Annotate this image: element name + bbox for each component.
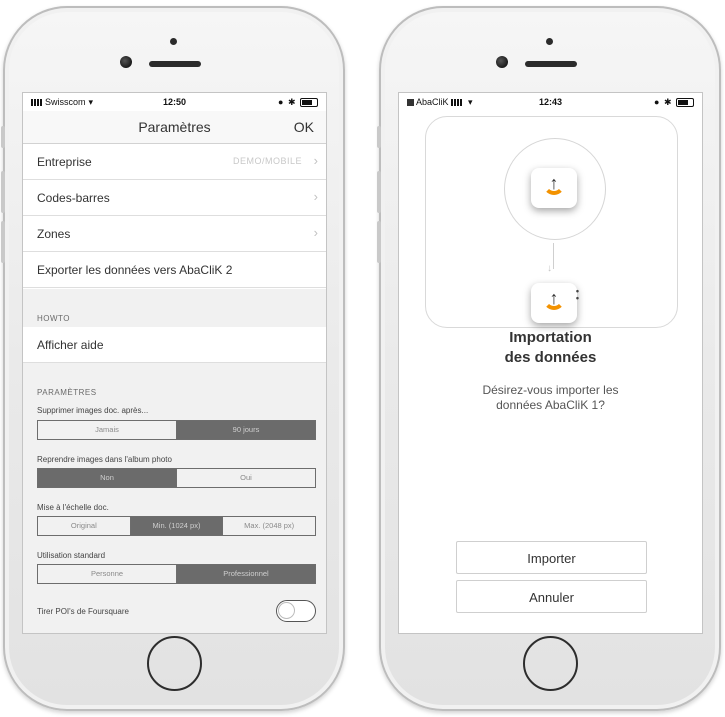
abaclik-2-app-icon: ↑ • • (531, 283, 579, 323)
row-value: DEMO/MOBILE (232, 156, 302, 166)
page-title: Importation des données (399, 328, 702, 368)
import-button[interactable]: Importer (456, 541, 647, 574)
colon-marker-icon: • • (575, 286, 579, 303)
volume-down-button (1, 221, 5, 263)
chevron-right-icon: › (313, 225, 318, 240)
chevron-right-icon: › (313, 153, 318, 168)
left-phone-frame: Swisscom ▾ 12:50 ● ✱ Paramètres OK Entrep… (1, 6, 345, 711)
section-title: PARAMÈTRES (37, 388, 97, 397)
question-line-2: données AbaCliK 1? (496, 398, 605, 412)
segment-max[interactable]: Max. (2048 px) (223, 517, 315, 535)
mute-switch (377, 126, 381, 148)
home-button[interactable] (523, 636, 578, 691)
setting-label-usage: Utilisation standard (37, 551, 106, 560)
howto-section-header: HOWTO (23, 289, 326, 327)
setting-label-reuse-images: Reprendre images dans l'album photo (37, 455, 172, 464)
row-zones[interactable]: Zones › (23, 216, 326, 252)
segmented-usage[interactable]: Personne Professionnel (37, 564, 316, 584)
status-icons: ● ✱ (654, 97, 694, 108)
segment-personne[interactable]: Personne (38, 565, 177, 583)
mute-switch (1, 126, 5, 148)
battery-icon (300, 98, 318, 108)
segment-professionnel[interactable]: Professionnel (177, 565, 315, 583)
segment-90-jours[interactable]: 90 jours (177, 421, 315, 439)
battery-icon (676, 98, 694, 108)
right-phone-frame: AbaCliK ▾ 12:43 ● ✱ ↑ ↓ ↑ • • Importation… (377, 6, 721, 711)
status-icons: ● ✱ (278, 97, 318, 108)
smile-accent-icon (543, 184, 565, 195)
chevron-right-icon: › (313, 189, 318, 204)
row-label: Entreprise (37, 155, 92, 169)
connector-arrow-icon: ↓ (547, 263, 552, 274)
proximity-sensor (546, 38, 553, 45)
row-label: Zones (37, 227, 71, 241)
proximity-sensor (170, 38, 177, 45)
volume-down-button (377, 221, 381, 263)
heading-line-2: des données (504, 349, 597, 366)
question-line-1: Désirez-vous importer les (482, 383, 619, 397)
ok-button[interactable]: OK (294, 119, 314, 135)
setting-label-delete-images: Supprimer images doc. après... (37, 406, 149, 415)
status-bar: Swisscom ▾ 12:50 ● ✱ (23, 93, 326, 111)
bluetooth-icon: ✱ (663, 97, 673, 107)
row-label: Exporter les données vers AbaCliK 2 (37, 263, 233, 277)
segment-oui[interactable]: Oui (177, 469, 315, 487)
segmented-scaling[interactable]: Original Min. (1024 px) Max. (2048 px) (37, 516, 316, 536)
row-export-data[interactable]: Exporter les données vers AbaCliK 2 (23, 252, 326, 288)
setting-label-foursquare: Tirer POI's de Foursquare (37, 607, 129, 616)
earpiece-speaker (525, 61, 577, 67)
page-title: Paramètres (138, 119, 211, 135)
segment-min[interactable]: Min. (1024 px) (130, 517, 224, 535)
segment-jamais[interactable]: Jamais (38, 421, 177, 439)
connector-line (553, 243, 554, 269)
lock-icon: ● (653, 97, 661, 107)
row-barcodes[interactable]: Codes-barres › (23, 180, 326, 216)
segment-non[interactable]: Non (38, 469, 177, 487)
segmented-reuse-images[interactable]: Non Oui (37, 468, 316, 488)
import-screen: AbaCliK ▾ 12:43 ● ✱ ↑ ↓ ↑ • • Importation… (399, 93, 702, 633)
home-button[interactable] (147, 636, 202, 691)
volume-up-button (1, 171, 5, 213)
front-camera (120, 56, 132, 68)
foursquare-toggle[interactable] (276, 600, 316, 622)
segment-original[interactable]: Original (38, 517, 131, 535)
setting-label-scaling: Mise à l'échelle doc. (37, 503, 109, 512)
row-label: Codes-barres (37, 191, 110, 205)
front-camera (496, 56, 508, 68)
bluetooth-icon: ✱ (287, 97, 297, 107)
import-question: Désirez-vous importer les données AbaCli… (399, 383, 702, 413)
abaclik-1-app-icon: ↑ (531, 168, 577, 208)
smile-accent-icon (543, 299, 565, 310)
segmented-delete-images[interactable]: Jamais 90 jours (37, 420, 316, 440)
settings-screen: Swisscom ▾ 12:50 ● ✱ Paramètres OK Entrep… (23, 93, 326, 633)
heading-line-1: Importation (509, 329, 592, 346)
lock-icon: ● (277, 97, 285, 107)
navigation-bar: Paramètres OK (23, 111, 326, 144)
cancel-button[interactable]: Annuler (456, 580, 647, 613)
section-title: HOWTO (37, 314, 71, 323)
row-label: Afficher aide (37, 338, 104, 352)
earpiece-speaker (149, 61, 201, 67)
row-entreprise[interactable]: Entreprise DEMO/MOBILE › (23, 144, 326, 180)
settings-section: PARAMÈTRES Supprimer images doc. après..… (23, 363, 326, 633)
row-show-help[interactable]: Afficher aide (23, 327, 326, 363)
volume-up-button (377, 171, 381, 213)
status-bar: AbaCliK ▾ 12:43 ● ✱ (399, 93, 702, 111)
